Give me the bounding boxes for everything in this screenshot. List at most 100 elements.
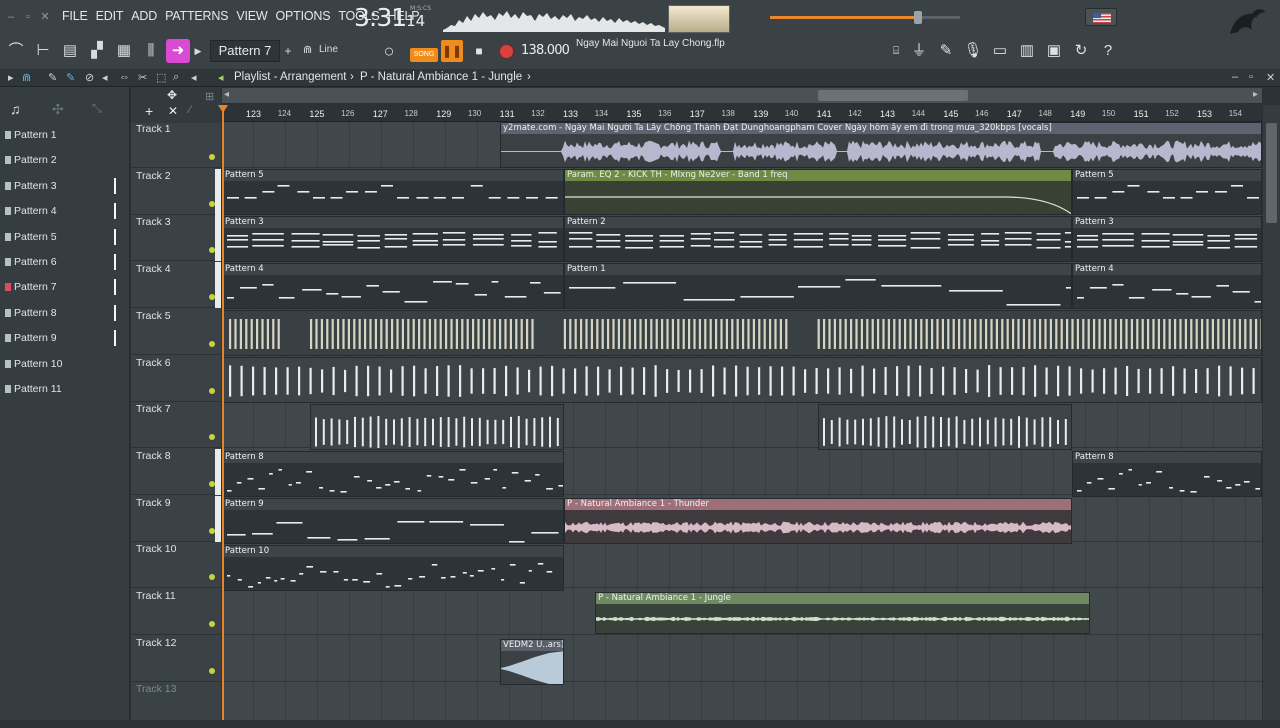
timeline-ruler[interactable]: 123 124 125 126 127 128 129 130 131 132 133 134 135 1… [222,105,1262,122]
typing-keyboard-icon[interactable]: ⌸ [885,40,907,62]
audio-clip-vocals[interactable]: y2mate.com - Ngày Mai Người Ta Lấy Chồng… [500,122,1262,168]
pattern-clip-9[interactable]: Pattern 9 [222,498,564,544]
menu-edit[interactable]: EDIT [96,9,124,23]
group-icon[interactable]: ⊞ [205,90,214,103]
playhead-marker[interactable] [218,105,228,720]
swing-knob-icon[interactable]: ○ [376,39,402,63]
arrow-right-icon[interactable]: ▸ [8,71,14,84]
pattern-clip-2[interactable]: Pattern 2 [564,216,1072,262]
pattern-clip-4b[interactable]: Pattern 4 [1072,263,1262,309]
automation-clip-eq[interactable]: Param. EQ 2 - KICK TH - MIxng Ne2ver - B… [564,169,1072,215]
arrangement-grid[interactable]: y2mate.com - Ngày Mai Người Ta Lấy Chồng… [222,122,1262,720]
pattern-item[interactable]: Pattern 10 [2,353,116,375]
close-icon[interactable]: ✕ [38,10,52,24]
track-lane[interactable] [222,682,1262,720]
pattern-item[interactable]: Pattern 8 [2,302,116,324]
track-header[interactable]: Track 6 [131,356,221,402]
track-header[interactable]: Track 3 [131,215,221,262]
current-clip-source[interactable]: P - Natural Ambiance 1 - Jungle [360,71,522,83]
window-close-icon[interactable]: ✕ [1266,71,1275,84]
tools-icon[interactable]: ✎ [935,40,957,62]
audio-clip-jungle[interactable]: P - Natural Ambiance 1 - Jungle [595,592,1090,634]
microphone-icon[interactable]: 🎙 [962,40,984,62]
menu-options[interactable]: OPTIONS [275,9,330,23]
zoom-tool-icon[interactable]: ⌕ [173,71,179,84]
pattern-clip-4a[interactable]: Pattern 4 [222,263,564,309]
audio-clip-vedm[interactable]: VEDM2 U..ars) [500,639,564,685]
scroll-left-icon[interactable]: ◂ [224,89,229,100]
snap-selector[interactable]: ⋒ Line [303,40,369,60]
track-header[interactable]: Track 12 [131,636,221,682]
pattern-clip-5a[interactable]: Pattern 5 [222,169,564,215]
pattern-clip-3b[interactable]: Pattern 3 [1072,216,1262,262]
pattern-clip-3a[interactable]: Pattern 3 [222,216,564,262]
slip-tool-icon[interactable]: ⇔ [119,71,130,83]
link-icon[interactable]: ⤡ [92,101,102,116]
perc-audio-clip-a[interactable] [310,404,564,450]
record-button[interactable] [495,40,517,62]
menu-view[interactable]: VIEW [236,9,267,23]
add-pattern-icon[interactable]: + [282,39,294,63]
mixer-icon[interactable]: ⫼ [139,39,163,63]
drum-audio-clips[interactable] [222,310,1262,356]
song-position-clock[interactable]: 3:3114 M:S:CS [354,3,431,32]
track-header[interactable]: Track 11 [131,589,221,635]
draw-tool-icon[interactable]: ✎ [48,71,57,84]
mute-tool-icon[interactable]: ◂ [102,71,108,84]
pattern-item[interactable]: Pattern 4 [2,200,116,222]
remove-track-icon[interactable]: ✕ [168,104,178,118]
save-icon[interactable]: ▣ [1043,40,1065,62]
metronome-icon[interactable]: ⌒ [4,39,28,63]
track-mute-led[interactable] [209,574,215,581]
minimize-icon[interactable]: – [4,10,18,24]
pattern-clip-8b[interactable]: Pattern 8 [1072,451,1262,497]
piano-roll-icon[interactable]: ♫ [10,101,21,117]
pattern-selector[interactable]: Pattern 7 [210,40,280,62]
track-mute-led[interactable] [209,434,215,441]
stop-button[interactable]: ■ [468,40,490,62]
track-header[interactable]: Track 7 [131,402,221,449]
pattern-item[interactable]: Pattern 6 [2,251,116,273]
vertical-scroll-thumb[interactable] [1266,123,1277,223]
track-mute-led[interactable] [209,387,215,394]
delete-tool-icon[interactable]: ⊘ [85,71,94,84]
pattern-clip-10[interactable]: Pattern 10 [222,545,564,591]
track-lane[interactable] [222,636,1262,682]
track-header[interactable]: Track 8 [131,448,221,495]
track-mute-led[interactable] [209,340,215,347]
language-flag-icon[interactable] [1085,8,1117,26]
playlist-mode-icon[interactable]: ➜ [166,39,190,63]
track-mute-led[interactable] [209,621,215,627]
horizontal-scroll-thumb[interactable] [818,90,968,101]
channel-rack-icon[interactable]: ▦ [112,39,136,63]
track-header[interactable]: Track 10 [131,542,221,589]
help-icon[interactable]: ? [1097,40,1119,62]
add-track-icon[interactable]: + [145,103,153,119]
magnet-snap-icon[interactable]: ⋒ [22,71,31,84]
plug-icon[interactable]: ⏚ [908,40,930,62]
hat-audio-clips[interactable] [222,357,1262,403]
browser-icon[interactable]: ▭ [989,40,1011,62]
pattern-item[interactable]: Pattern 5 [2,226,116,248]
restore-icon[interactable]: ▫ [21,10,35,24]
tempo-display[interactable]: 138.000 [521,40,570,62]
move-icon[interactable]: ✥ [167,88,177,102]
track-mute-led[interactable] [209,154,215,160]
select-tool-icon[interactable]: ⬚ [156,71,166,84]
master-volume-knob[interactable] [914,11,923,24]
track-header[interactable]: Track 1 [131,122,221,168]
window-maximize-icon[interactable]: ▫ [1249,71,1253,83]
pattern-item[interactable]: Pattern 9 [2,327,116,349]
menu-patterns[interactable]: PATTERNS [165,9,228,23]
track-mute-led[interactable] [209,667,215,674]
undo-icon[interactable]: ↻ [1070,40,1092,62]
playback-tool-icon[interactable]: ◂ [191,71,197,84]
pencil-icon[interactable]: ⁄ [189,104,191,116]
vertical-scrollbar[interactable] [1263,105,1280,720]
piano-icon[interactable]: ▥ [1016,40,1038,62]
pattern-clip-8a[interactable]: Pattern 8 [222,451,564,497]
pattern-item[interactable]: Pattern 1 [2,124,116,146]
pattern-item[interactable]: Pattern 11 [2,378,116,400]
step-seq-icon[interactable]: ▤ [58,39,82,63]
track-header[interactable]: Track 2 [131,168,221,215]
